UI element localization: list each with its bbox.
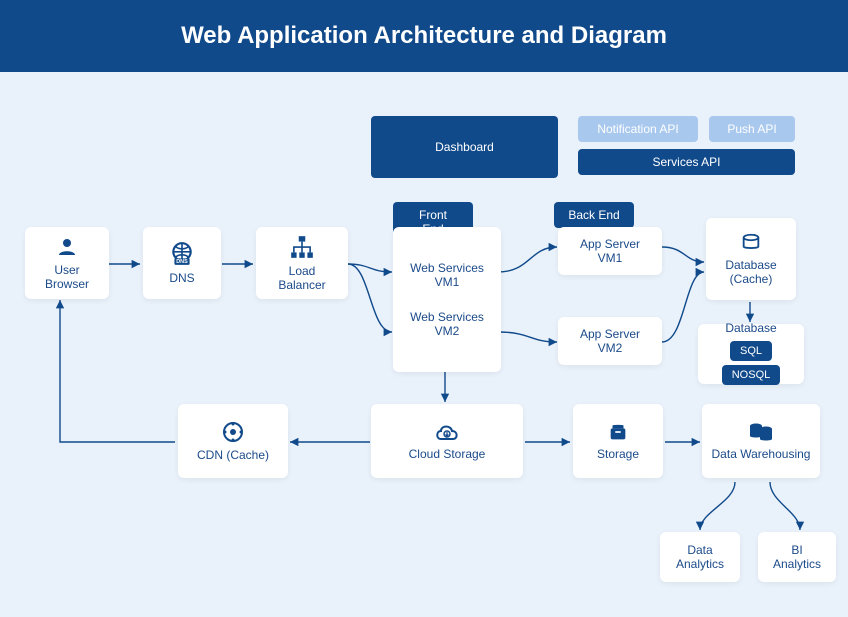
node-dns: DNS DNS (143, 227, 221, 299)
storage-icon (607, 421, 629, 443)
node-cdn: CDN (Cache) (178, 404, 288, 478)
node-label: Data Analytics (668, 543, 732, 571)
node-label: User Browser (33, 263, 101, 291)
node-app-server-vm1: App Server VM1 (558, 227, 662, 275)
diagram-canvas: Dashboard Notification API Push API Serv… (0, 72, 848, 617)
node-data-analytics: Data Analytics (660, 532, 740, 582)
globe-icon: DNS (169, 241, 195, 267)
chip-sql: SQL (730, 341, 772, 361)
node-app-server-vm2: App Server VM2 (558, 317, 662, 365)
node-label: Database (Cache) (714, 258, 788, 286)
node-label: Web Services VM1 (401, 261, 493, 289)
node-label: CDN (Cache) (197, 448, 269, 462)
badge-push-api: Push API (709, 116, 795, 142)
db-chips: SQL NOSQL (706, 339, 796, 387)
node-label: Cloud Storage (409, 447, 486, 461)
node-label: Database (725, 321, 776, 335)
badge-notification-api: Notification API (578, 116, 698, 142)
database-icon (740, 232, 762, 254)
node-cloud-storage: Cloud Storage (371, 404, 523, 478)
node-label: Data Warehousing (712, 447, 811, 461)
node-frontend-group: Web Services VM1 Web Services VM2 (393, 227, 501, 372)
cdn-icon (221, 420, 245, 444)
node-database-cache: Database (Cache) (706, 218, 796, 300)
warehouse-icon (748, 421, 774, 443)
node-label: App Server VM1 (566, 237, 654, 265)
node-label: BI Analytics (766, 543, 828, 571)
node-label: App Server VM2 (566, 327, 654, 355)
svg-text:DNS: DNS (176, 259, 188, 265)
node-label: Storage (597, 447, 639, 461)
node-storage: Storage (573, 404, 663, 478)
page-title: Web Application Architecture and Diagram (0, 0, 848, 72)
cloud-icon (433, 421, 461, 443)
node-label: Load Balancer (264, 264, 340, 292)
node-database: Database SQL NOSQL (698, 324, 804, 384)
node-label: Web Services VM2 (401, 310, 493, 338)
network-icon (289, 234, 315, 260)
node-label: DNS (169, 271, 194, 285)
badge-back-end: Back End (554, 202, 634, 228)
badge-services-api: Services API (578, 149, 795, 175)
node-bi-analytics: BI Analytics (758, 532, 836, 582)
node-load-balancer: Load Balancer (256, 227, 348, 299)
user-icon (55, 235, 79, 259)
node-user-browser: User Browser (25, 227, 109, 299)
badge-dashboard: Dashboard (371, 116, 558, 178)
node-data-warehousing: Data Warehousing (702, 404, 820, 478)
chip-nosql: NOSQL (722, 365, 781, 385)
